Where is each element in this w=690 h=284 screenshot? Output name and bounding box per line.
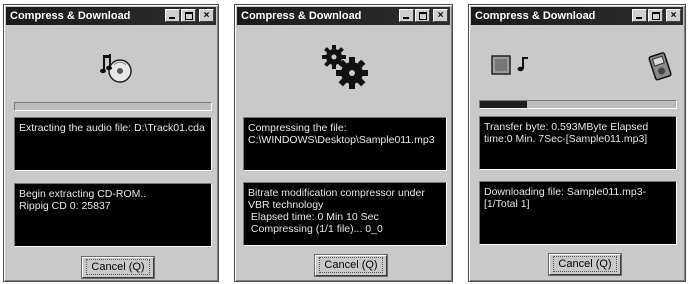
log-line: Elapsed time: 0 Min 10 Sec: [248, 211, 379, 223]
maximize-button[interactable]: [648, 9, 663, 22]
gears-icon: [322, 45, 368, 89]
progress-fill: [480, 101, 528, 108]
status-panel: Transfer byte: 0.593MByte Elapsed time:0…: [479, 116, 677, 170]
log-panel: Begin extracting CD-ROM.. Rippig CD 0: 2…: [14, 183, 212, 247]
progress-bar: [14, 102, 212, 111]
close-button[interactable]: ×: [666, 9, 681, 22]
cancel-button[interactable]: Cancel (Q): [82, 257, 154, 278]
title-bar: Compress & Download ×: [237, 7, 450, 25]
log-line: Bitrate modification compressor under VB…: [248, 187, 428, 211]
status-panel: Compressing the file: C:\WINDOWS\Desktop…: [243, 117, 447, 171]
minimize-button[interactable]: [632, 9, 647, 22]
icon-row: [4, 41, 218, 91]
close-button[interactable]: ×: [433, 9, 448, 22]
media-transfer-icon: [491, 55, 528, 75]
maximize-button[interactable]: [181, 9, 196, 22]
status-line: C:\WINDOWS\Desktop\Sample011.mp3: [248, 134, 435, 146]
cancel-label: Cancel (Q): [553, 256, 617, 272]
minimize-button[interactable]: [165, 9, 180, 22]
window-title: Compress & Download: [241, 10, 362, 22]
status-panel: Extracting the audio file: D:\Track01.cd…: [14, 117, 212, 171]
log-panel: Bitrate modification compressor under VB…: [243, 182, 447, 246]
window-title: Compress & Download: [475, 10, 596, 22]
log-panel: Downloading file: Sample011.mp3-[1/Total…: [479, 181, 677, 245]
window-download: Compress & Download × Transfer byte: 0.5…: [468, 4, 686, 282]
window-extract: Compress & Download × Extracting the aud…: [3, 4, 219, 282]
log-line: Downloading file: Sample011.mp3-[1/Total…: [484, 186, 647, 210]
cancel-button[interactable]: Cancel (Q): [549, 254, 621, 275]
device-icon: [648, 52, 672, 81]
status-line: Extracting the audio file: D:\Track01.cd…: [19, 122, 205, 134]
status-line: Compressing the file:: [248, 122, 347, 134]
cd-music-icon: [100, 54, 132, 83]
window-title: Compress & Download: [10, 10, 131, 22]
log-line: Compressing (1/1 file)... 0_0: [248, 223, 383, 235]
maximize-button[interactable]: [415, 9, 430, 22]
log-line: Begin extracting CD-ROM..: [19, 188, 147, 200]
title-bar: Compress & Download ×: [6, 7, 216, 25]
progress-bar: [479, 100, 677, 109]
window-compress: Compress & Download × Compressing the fi…: [234, 4, 453, 282]
cancel-label: Cancel (Q): [319, 257, 383, 273]
icon-row: [235, 41, 452, 91]
minimize-button[interactable]: [399, 9, 414, 22]
status-line: Transfer byte: 0.593MByte Elapsed time:0…: [484, 121, 652, 145]
title-bar: Compress & Download ×: [471, 7, 683, 25]
icon-row: [469, 41, 685, 91]
close-button[interactable]: ×: [199, 9, 214, 22]
cancel-button[interactable]: Cancel (Q): [315, 255, 387, 276]
log-line: Rippig CD 0: 25837: [19, 200, 111, 212]
cancel-label: Cancel (Q): [86, 259, 150, 275]
